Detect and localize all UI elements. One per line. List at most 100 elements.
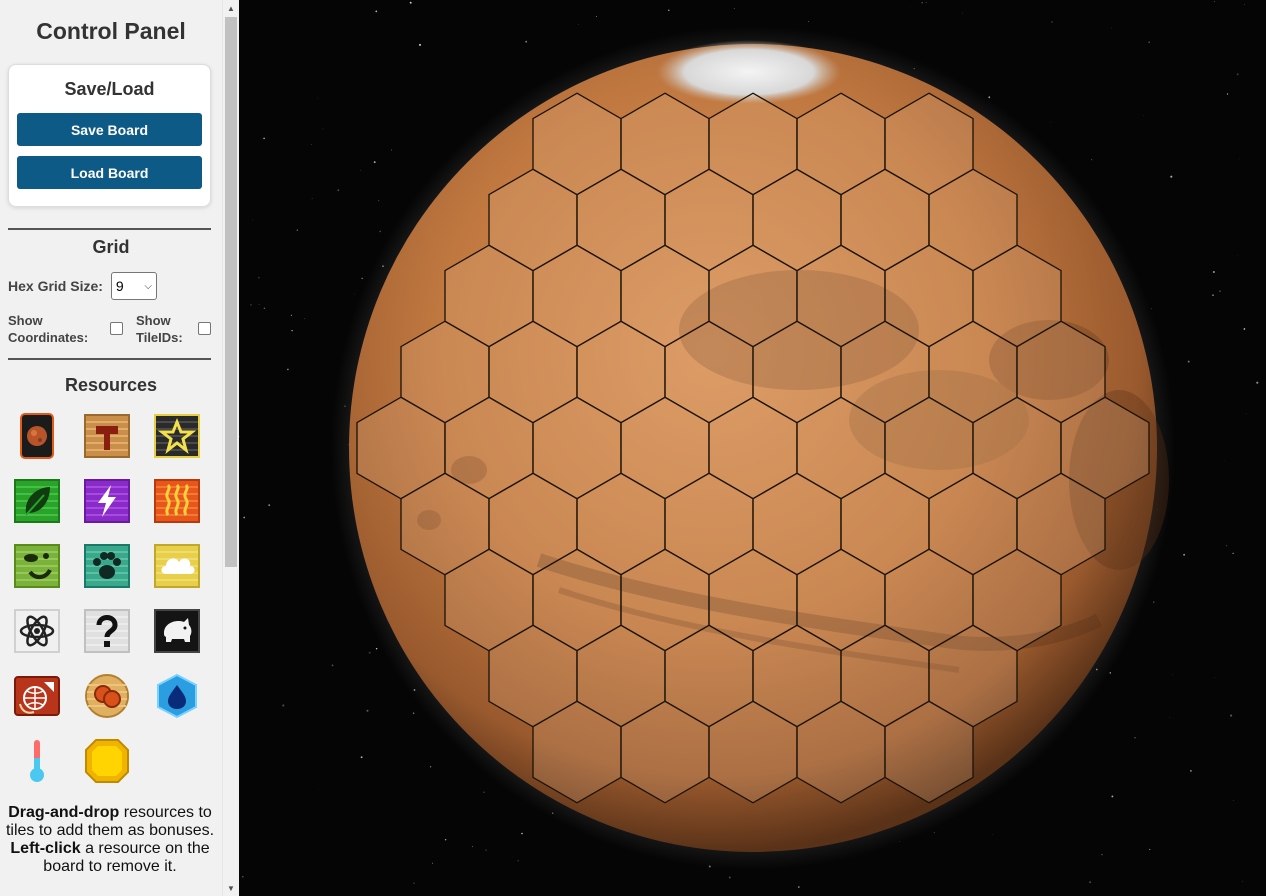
star <box>409 1 412 4</box>
science-tag-icon[interactable] <box>14 608 60 654</box>
building-tag-icon[interactable] <box>84 413 130 459</box>
star <box>311 198 313 200</box>
temperature-icon[interactable] <box>14 738 60 784</box>
star <box>282 704 285 707</box>
star <box>1226 545 1228 547</box>
mars-card-icon[interactable] <box>14 413 60 459</box>
star <box>471 846 474 848</box>
scroll-up-arrow-icon[interactable]: ▲ <box>223 0 239 16</box>
star <box>1214 677 1216 678</box>
show-tileids-checkbox[interactable] <box>198 322 211 335</box>
wild-tag-icon[interactable] <box>84 608 130 654</box>
star <box>1143 115 1144 117</box>
cloud-tag-icon[interactable] <box>154 543 200 589</box>
show-coordinates-label-line1: Show <box>8 313 43 328</box>
animal-tag-icon[interactable] <box>84 543 130 589</box>
board-canvas[interactable] <box>239 0 1266 896</box>
water-ocean-icon[interactable] <box>154 673 200 719</box>
star <box>1169 717 1171 718</box>
star <box>1256 381 1259 384</box>
star <box>1243 328 1246 330</box>
star <box>291 329 293 332</box>
heat-tag-icon[interactable] <box>154 478 200 524</box>
star <box>1212 271 1215 273</box>
star <box>728 876 731 879</box>
star <box>962 12 963 14</box>
hex-grid-size-row: Hex Grid Size: 9 ⌵ <box>8 272 157 300</box>
star <box>296 229 298 231</box>
earth-event-icon[interactable] <box>14 673 60 719</box>
resources-title: Resources <box>64 375 158 395</box>
star <box>373 161 376 164</box>
star <box>368 651 371 654</box>
titanium-icon[interactable] <box>84 738 130 784</box>
save-load-card: Save/Load Save Board Load Board <box>8 64 211 207</box>
star <box>268 504 271 506</box>
star <box>1239 158 1241 160</box>
star <box>243 516 246 519</box>
star <box>933 832 935 834</box>
sidebar-scrollbar[interactable]: ▲ ▼ <box>222 0 239 896</box>
show-coordinates-checkbox[interactable] <box>110 322 123 335</box>
star <box>798 886 800 888</box>
star <box>1153 601 1155 603</box>
star <box>375 10 378 13</box>
star <box>322 128 324 130</box>
pig-tag-icon[interactable] <box>154 608 200 654</box>
plant-tag-icon[interactable] <box>14 478 60 524</box>
star <box>1242 880 1243 882</box>
save-board-button[interactable]: Save Board <box>17 113 202 146</box>
star <box>1089 881 1091 883</box>
hex-grid-size-select[interactable]: 9 ⌵ <box>110 272 157 300</box>
help-left-click: Left-click <box>10 840 81 857</box>
star <box>921 2 923 4</box>
hex-grid-size-label: Hex Grid Size: <box>8 278 103 294</box>
star <box>413 882 415 884</box>
show-tileids-label-line2: TileIDs: <box>136 330 183 345</box>
scroll-thumb[interactable] <box>225 17 237 567</box>
hex-grid-size-value: 9 <box>115 278 124 294</box>
star <box>304 318 306 320</box>
star <box>263 137 265 140</box>
star <box>1134 737 1136 739</box>
power-tag-icon[interactable] <box>84 478 130 524</box>
scroll-down-arrow-icon[interactable]: ▼ <box>223 880 239 896</box>
save-load-title: Save/Load <box>64 79 155 99</box>
control-panel: Control Panel Save/Load Save Board Load … <box>0 0 222 896</box>
star <box>1232 800 1234 801</box>
star <box>378 199 380 202</box>
star <box>1232 552 1234 555</box>
star <box>1190 770 1192 772</box>
star-tag-icon[interactable] <box>154 413 200 459</box>
star <box>337 189 340 192</box>
microbe-tag-icon[interactable] <box>14 543 60 589</box>
star <box>366 709 369 712</box>
star <box>668 9 670 12</box>
star <box>287 368 289 371</box>
mc-coins-icon[interactable] <box>84 673 130 719</box>
load-board-button[interactable]: Load Board <box>17 156 202 189</box>
star <box>521 832 523 835</box>
star <box>316 97 318 99</box>
star <box>1187 360 1190 363</box>
star <box>411 33 413 34</box>
star <box>1111 795 1114 798</box>
star <box>360 756 363 759</box>
star <box>485 849 487 851</box>
star <box>1230 714 1233 717</box>
star <box>354 293 355 295</box>
star <box>258 304 260 305</box>
grid-title: Grid <box>92 237 130 257</box>
star <box>1244 4 1245 5</box>
game-board[interactable] <box>239 0 1266 896</box>
panel-title: Control Panel <box>36 18 186 44</box>
star <box>331 664 334 667</box>
help-text: Drag-and-drop resources to tiles to add … <box>4 804 216 876</box>
help-drag-drop: Drag-and-drop <box>8 804 120 821</box>
star <box>1148 41 1150 43</box>
star <box>1183 553 1186 556</box>
star <box>1212 294 1214 297</box>
star <box>483 791 485 793</box>
star <box>290 314 292 316</box>
star <box>391 149 392 151</box>
